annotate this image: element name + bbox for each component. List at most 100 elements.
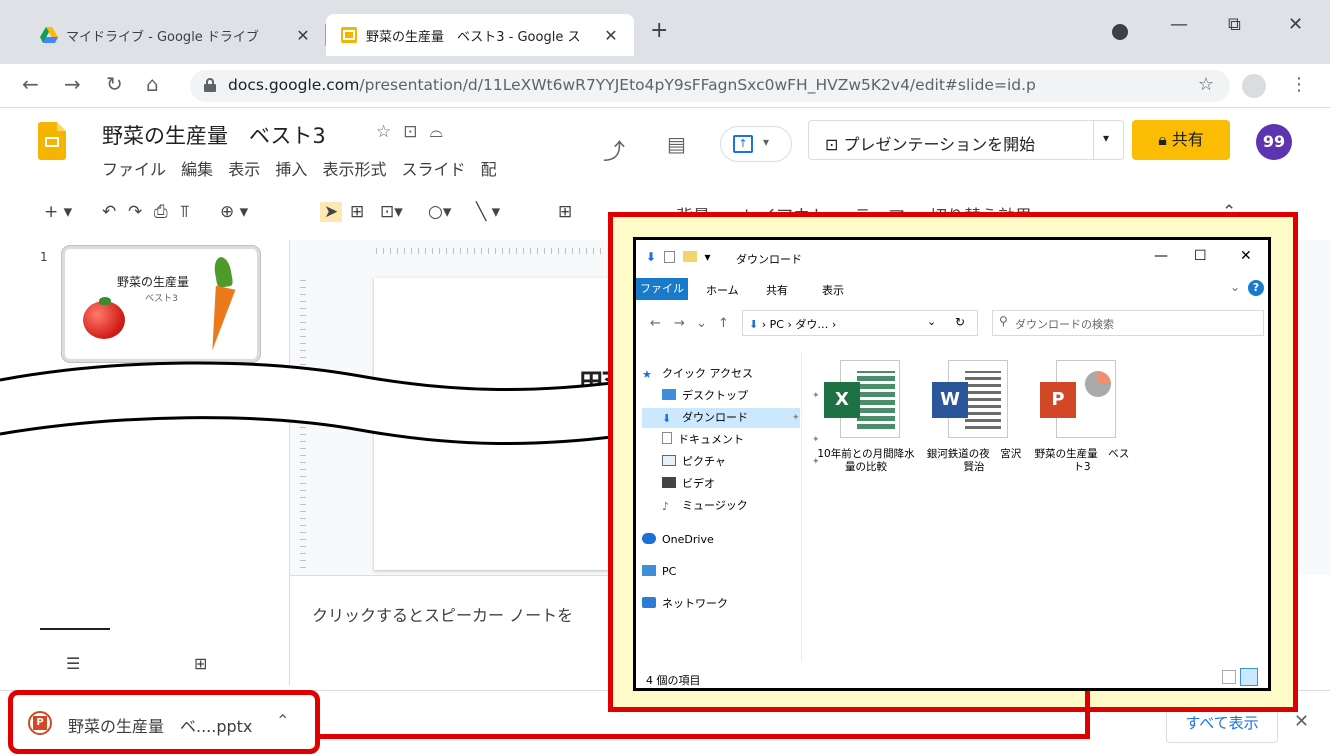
more-menu-icon[interactable]: ⋮ [1290, 74, 1308, 95]
restore-button[interactable]: ⧉ [1228, 14, 1241, 35]
line-icon[interactable]: ╲ ▾ [476, 202, 500, 222]
bookmark-star-icon[interactable]: ☆ [1198, 74, 1214, 95]
comments-icon[interactable]: ▤ [667, 132, 686, 156]
ribbon-expand-icon[interactable]: ⌄ [1230, 280, 1240, 294]
close-download-bar-icon[interactable]: ✕ [1294, 711, 1309, 732]
explorer-search-input[interactable]: ⚲ ダウンロードの検索 [992, 310, 1264, 336]
slide-thumbnail[interactable]: 野菜の生産量 ベスト3 [61, 245, 261, 363]
nav-pictures[interactable]: ピクチャ ✦ [662, 452, 820, 472]
menu-edit[interactable]: 編集 [181, 160, 213, 179]
menu-insert[interactable]: 挿入 [275, 160, 307, 179]
menu-slide[interactable]: スライド [402, 160, 466, 179]
activity-trend-icon[interactable]: ⤴ [603, 134, 625, 166]
home-icon[interactable]: ⌂ [146, 72, 159, 96]
share-button[interactable]: 🔒︎ 共有 [1132, 120, 1230, 160]
download-arrow-icon: ⬇ [646, 250, 657, 264]
comment-add-icon[interactable]: ⊞ [558, 202, 572, 222]
filmstrip-view-icon[interactable]: ☰ [66, 654, 80, 673]
star-icon[interactable]: ☆ [376, 122, 403, 142]
nav-downloads[interactable]: ⬇ ダウンロード ✦ [642, 408, 800, 428]
move-folder-icon[interactable]: ⊡ [403, 122, 429, 142]
account-avatar[interactable]: 99 [1256, 124, 1292, 160]
ribbon-share-tab[interactable]: 共有 [766, 282, 788, 298]
quick-access-toolbar: ⬇ ▾ [646, 250, 711, 264]
nav-pc[interactable]: PC [642, 562, 676, 582]
textbox-icon[interactable]: ⊞ [350, 202, 364, 222]
forward-arrow-icon[interactable]: → [674, 316, 685, 331]
ribbon-view-tab[interactable]: 表示 [822, 282, 844, 298]
upload-present-icon: ↑ [733, 135, 753, 153]
speaker-notes[interactable]: クリックするとスピーカー ノートを [290, 575, 610, 685]
nav-videos[interactable]: ビデオ [662, 474, 715, 494]
new-slide-icon[interactable]: + ▾ [44, 202, 72, 222]
print-icon[interactable]: ⎙ [154, 202, 168, 222]
ribbon-home-tab[interactable]: ホーム [706, 282, 739, 298]
image-icon[interactable]: ⊡▾ [380, 202, 403, 222]
slide-canvas[interactable] [374, 278, 614, 570]
tab-google-drive[interactable]: マイドライブ - Google ドライブ ✕ [26, 14, 326, 56]
forward-arrow-icon[interactable]: → [64, 72, 81, 96]
file-explorer-window: ⬇ ▾ ダウンロード — ☐ ✕ ファイル ホーム 共有 表示 ⌄ ? ← → … [633, 237, 1271, 691]
new-tab-button[interactable]: + [650, 18, 668, 43]
nav-desktop[interactable]: デスクトップ ✦ [662, 386, 820, 406]
explorer-address-bar[interactable]: ⬇ › PC › ダウ… › ⌄ ↻ [742, 310, 978, 336]
reload-icon[interactable]: ↻ [106, 72, 123, 96]
explorer-close-button[interactable]: ✕ [1240, 248, 1252, 264]
close-window-button[interactable]: ✕ [1288, 14, 1303, 35]
nav-network[interactable]: ネットワーク [642, 594, 728, 614]
menu-view[interactable]: 表示 [228, 160, 260, 179]
zoom-icon[interactable]: ⊕ ▾ [220, 202, 248, 222]
word-badge: W [932, 382, 968, 418]
media-indicator-icon[interactable] [1112, 24, 1128, 40]
grid-view-icon[interactable]: ⊞ [194, 654, 207, 673]
shape-icon[interactable]: ○▾ [428, 202, 451, 222]
tab-slides-document[interactable]: 野菜の生産量 ベスト3 - Google ス ✕ [326, 14, 634, 56]
address-dropdown-icon[interactable]: ⌄ [927, 315, 936, 328]
refresh-icon[interactable]: ↻ [955, 315, 965, 329]
details-view-icon[interactable] [1222, 670, 1236, 684]
select-tool-icon[interactable]: ➤ [320, 202, 343, 222]
file-item-excel[interactable]: X 10年前との月間降水量の比較 [814, 352, 918, 492]
slides-logo-icon[interactable] [38, 122, 66, 160]
menu-arrange[interactable]: 配 [481, 160, 497, 179]
profile-icon[interactable] [1242, 74, 1266, 98]
menu-bar: ファイル 編集 表示 挿入 表示形式 スライド 配 [102, 156, 507, 180]
back-arrow-icon[interactable]: ← [650, 316, 661, 331]
address-bar[interactable]: docs.google.com/presentation/d/11LeXWt6w… [190, 70, 1230, 102]
present-options-button[interactable]: ↑ ▾ [720, 126, 792, 162]
file-item-powerpoint[interactable]: P 野菜の生産量 ベスト3 [1030, 352, 1134, 492]
close-tab-icon[interactable]: ✕ [294, 26, 312, 45]
properties-icon[interactable] [663, 251, 675, 263]
file-item-word[interactable]: W 銀河鉄道の夜 宮沢 賢治 [922, 352, 1032, 492]
back-arrow-icon[interactable]: ← [22, 72, 39, 96]
chevron-down-icon: ▾ [763, 135, 770, 149]
ribbon-file-tab[interactable]: ファイル [636, 278, 688, 300]
present-dropdown-icon[interactable]: ▾ [1103, 131, 1109, 145]
new-folder-icon[interactable] [682, 251, 697, 262]
explorer-minimize-button[interactable]: — [1154, 248, 1168, 264]
horizontal-ruler [376, 240, 606, 258]
menu-format[interactable]: 表示形式 [322, 160, 386, 179]
document-title[interactable]: 野菜の生産量 ベスト3 [102, 120, 326, 150]
paint-format-icon[interactable]: ⫪ [180, 202, 190, 222]
redo-icon[interactable]: ↷ [128, 202, 142, 222]
nav-music[interactable]: ♪ ミュージック [662, 496, 748, 516]
present-button[interactable]: ⊡ プレゼンテーションを開始 ▾ [808, 120, 1124, 160]
cloud-status-icon[interactable]: ⌓ [430, 122, 455, 142]
nav-quick-access[interactable]: ★ クイック アクセス [642, 364, 753, 384]
help-icon[interactable]: ? [1248, 280, 1264, 296]
thumb-subtitle: ベスト3 [145, 294, 178, 304]
lock-icon: 🔒︎ [1158, 130, 1167, 149]
explorer-maximize-button[interactable]: ☐ [1194, 248, 1207, 264]
recent-chevron-icon[interactable]: ⌄ [696, 316, 707, 331]
lock-icon[interactable] [204, 78, 216, 92]
minimize-button[interactable]: — [1170, 14, 1188, 35]
nav-documents[interactable]: ドキュメント ✦ [662, 430, 820, 450]
undo-icon[interactable]: ↶ [102, 202, 116, 222]
up-arrow-icon[interactable]: ↑ [718, 316, 729, 331]
menu-file[interactable]: ファイル [102, 160, 166, 179]
close-tab-icon[interactable]: ✕ [602, 26, 620, 45]
large-icons-view-icon[interactable] [1240, 668, 1258, 686]
nav-onedrive[interactable]: OneDrive [642, 530, 714, 550]
customize-chevron-icon[interactable]: ▾ [705, 250, 711, 264]
